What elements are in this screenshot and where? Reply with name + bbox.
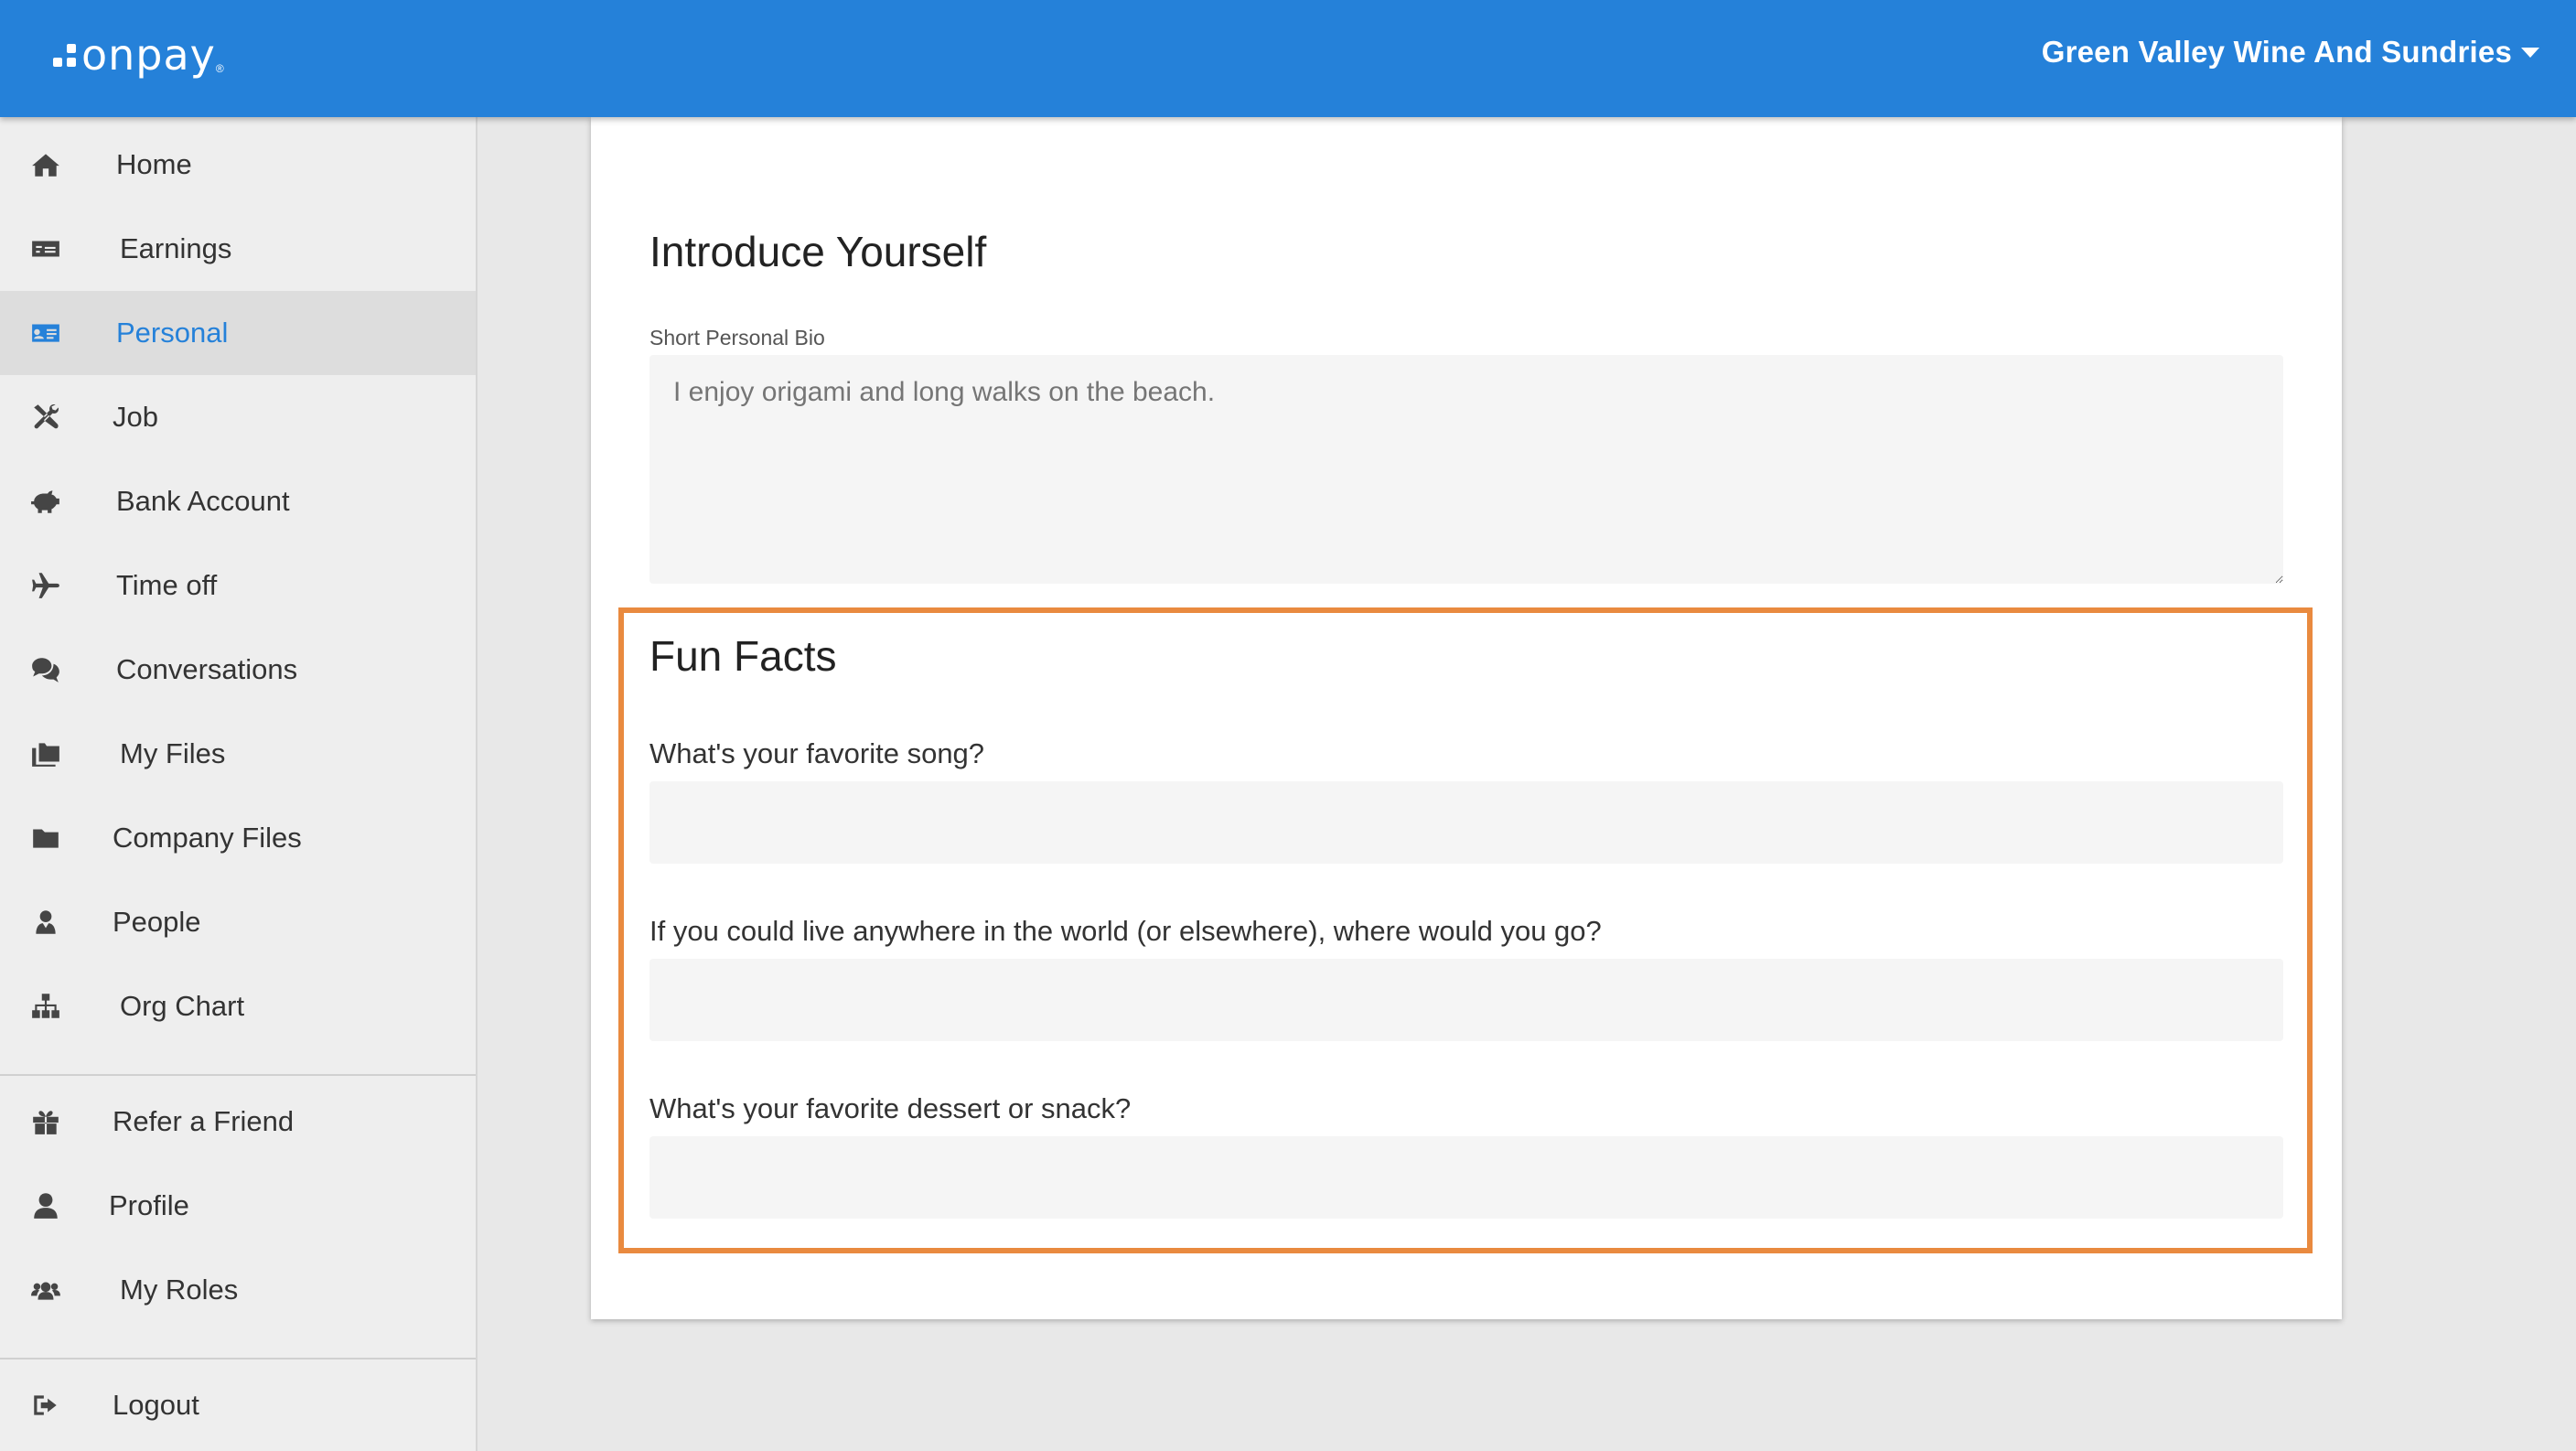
- sidebar-item-label: Logout: [113, 1389, 199, 1421]
- logo-registered-mark: ®: [215, 62, 224, 75]
- introduce-yourself-heading: Introduce Yourself: [649, 228, 987, 275]
- favorite-dessert-input[interactable]: [649, 1136, 2283, 1219]
- sidebar-item-time-off[interactable]: Time off: [0, 543, 476, 628]
- sidebar-item-profile[interactable]: Profile: [0, 1164, 476, 1248]
- onpay-logo[interactable]: onpay ®: [53, 27, 224, 82]
- money-icon: [27, 231, 64, 267]
- top-bar: onpay ® Green Valley Wine And Sundries: [0, 0, 2576, 117]
- logo-mark-icon: [53, 43, 76, 67]
- sidebar-item-label: Company Files: [113, 822, 302, 854]
- id-card-icon: [27, 315, 64, 351]
- company-name: Green Valley Wine And Sundries: [2041, 35, 2512, 69]
- sidebar-item-earnings[interactable]: Earnings: [0, 207, 476, 291]
- sidebar-item-label: My Roles: [120, 1274, 239, 1306]
- sidebar-item-company-files[interactable]: Company Files: [0, 796, 476, 880]
- sidebar-item-label: Earnings: [120, 232, 232, 264]
- sidebar-item-label: Conversations: [116, 653, 298, 685]
- piggy-bank-icon: [27, 483, 64, 520]
- sidebar-item-label: Home: [116, 148, 192, 180]
- sidebar: Home Earnings Personal Job Bank Account …: [0, 117, 478, 1451]
- person-icon: [27, 904, 64, 940]
- sidebar-item-my-roles[interactable]: My Roles: [0, 1248, 476, 1332]
- personal-card: Introduce Yourself Short Personal Bio Fu…: [591, 117, 2342, 1319]
- gift-icon: [27, 1103, 64, 1140]
- logo-text: onpay: [81, 30, 216, 80]
- sidebar-item-my-files[interactable]: My Files: [0, 712, 476, 796]
- caret-down-icon: [2521, 47, 2539, 58]
- sidebar-item-label: Time off: [116, 569, 218, 601]
- folder-icon: [27, 820, 64, 856]
- sidebar-item-home[interactable]: Home: [0, 123, 476, 207]
- sidebar-item-label: Refer a Friend: [113, 1105, 295, 1137]
- sidebar-item-label: People: [113, 906, 201, 938]
- company-switcher[interactable]: Green Valley Wine And Sundries: [2042, 35, 2539, 70]
- sidebar-item-bank-account[interactable]: Bank Account: [0, 459, 476, 543]
- sidebar-item-conversations[interactable]: Conversations: [0, 628, 476, 712]
- sidebar-item-refer-a-friend[interactable]: Refer a Friend: [0, 1080, 476, 1164]
- sidebar-item-job[interactable]: Job: [0, 375, 476, 459]
- tools-icon: [27, 399, 64, 435]
- question-label-live-anywhere: If you could live anywhere in the world …: [649, 915, 1602, 947]
- sidebar-item-label: Profile: [109, 1189, 189, 1221]
- home-icon: [27, 146, 64, 183]
- sidebar-divider: [0, 1358, 476, 1360]
- sidebar-item-org-chart[interactable]: Org Chart: [0, 964, 476, 1048]
- users-icon: [27, 1272, 64, 1308]
- sidebar-item-label: Personal: [116, 317, 229, 349]
- sidebar-item-logout[interactable]: Logout: [0, 1363, 476, 1447]
- sitemap-icon: [27, 988, 64, 1025]
- bio-label: Short Personal Bio: [649, 326, 825, 349]
- folders-icon: [27, 736, 64, 772]
- question-label-favorite-song: What's your favorite song?: [649, 737, 985, 769]
- sidebar-item-label: Bank Account: [116, 485, 290, 517]
- sidebar-item-label: My Files: [120, 737, 226, 769]
- favorite-song-input[interactable]: [649, 781, 2283, 864]
- sidebar-item-label: Org Chart: [120, 990, 245, 1022]
- user-icon: [27, 1188, 64, 1224]
- sidebar-item-personal[interactable]: Personal: [0, 291, 476, 375]
- logout-icon: [27, 1387, 64, 1424]
- sidebar-divider: [0, 1074, 476, 1076]
- sidebar-item-label: Job: [113, 401, 158, 433]
- bio-textarea[interactable]: [649, 355, 2283, 584]
- fun-facts-heading: Fun Facts: [649, 632, 837, 680]
- live-anywhere-input[interactable]: [649, 959, 2283, 1041]
- plane-icon: [27, 567, 64, 604]
- sidebar-item-people[interactable]: People: [0, 880, 476, 964]
- chat-icon: [27, 651, 64, 688]
- question-label-favorite-dessert: What's your favorite dessert or snack?: [649, 1092, 1132, 1124]
